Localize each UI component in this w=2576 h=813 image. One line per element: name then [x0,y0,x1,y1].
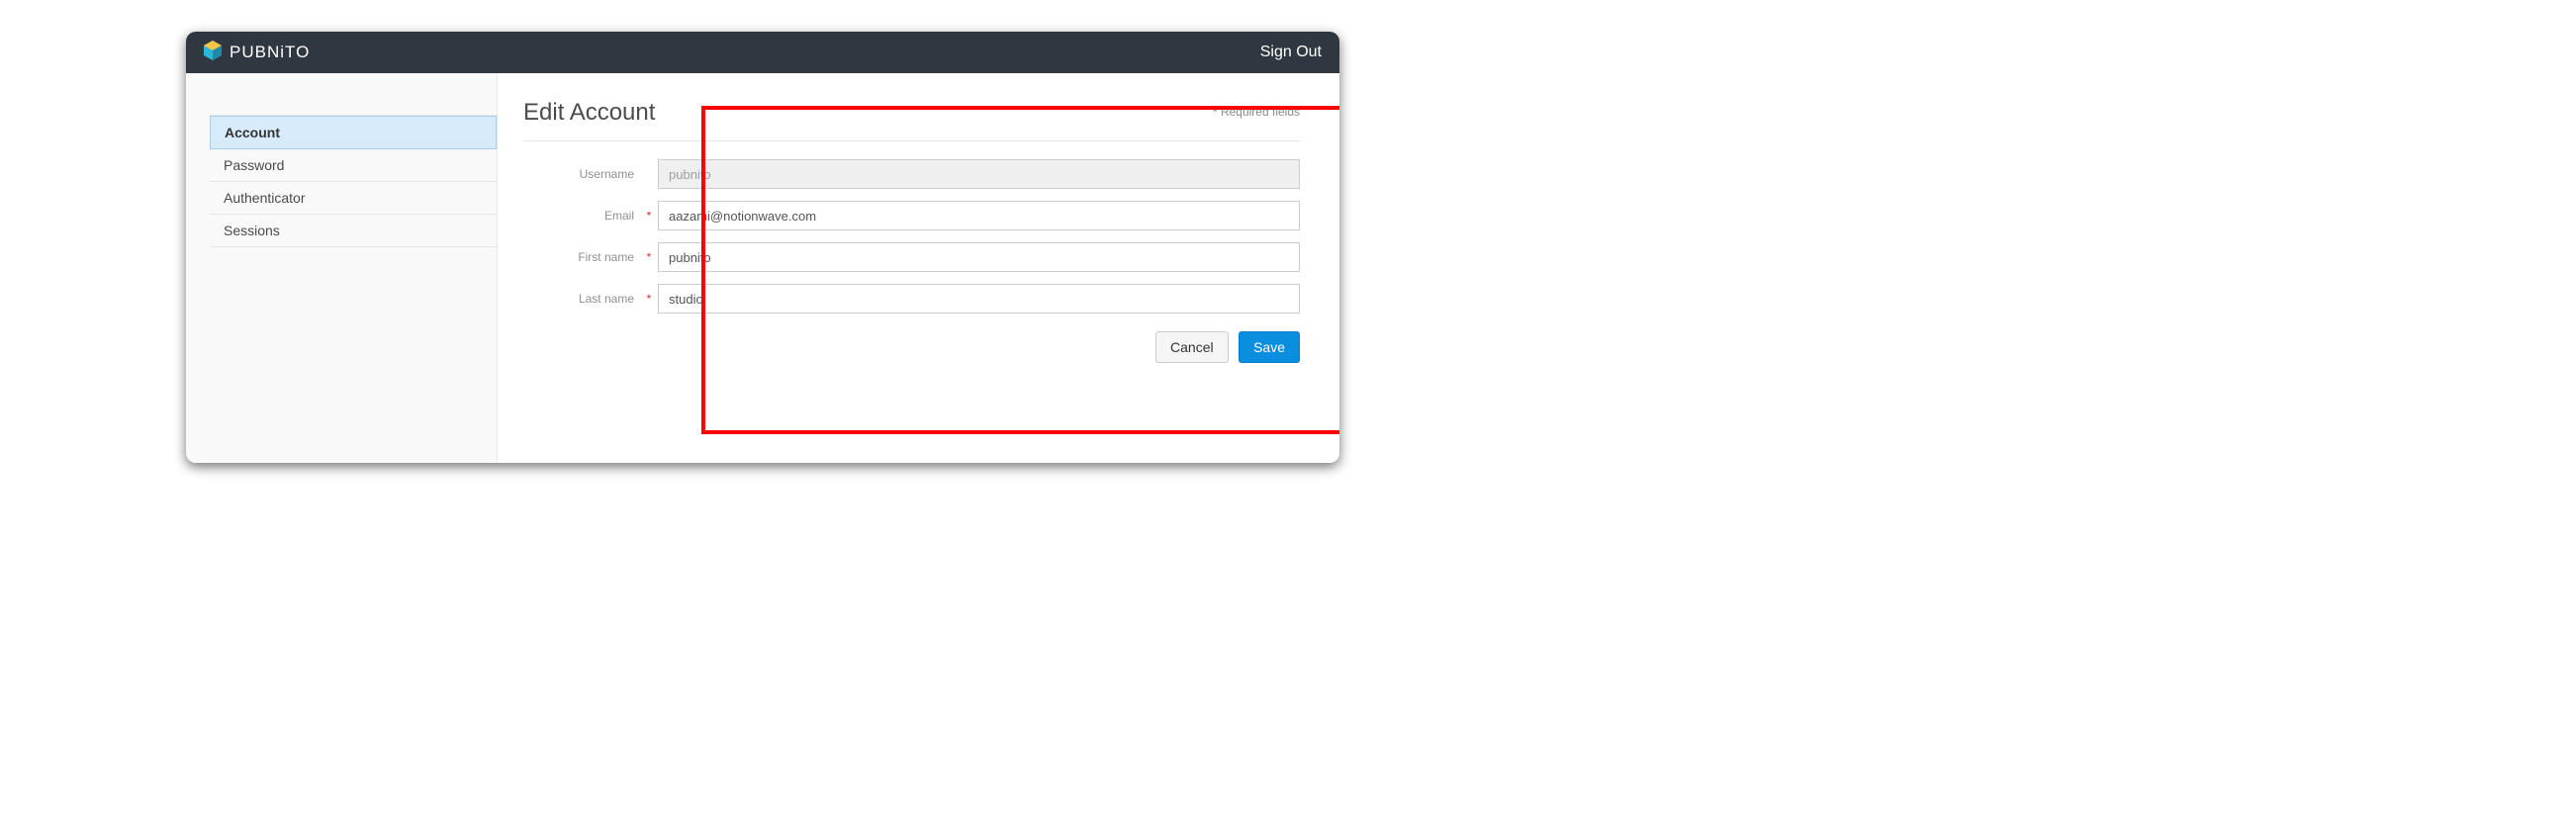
page-body: Account Password Authenticator Sessions … [186,73,1339,463]
label-username: Username [523,167,640,181]
username-field [658,159,1300,189]
topbar: PUBNiTO Sign Out [186,32,1339,73]
sidebar-item-authenticator[interactable]: Authenticator [210,182,497,215]
row-last-name: Last name * [523,284,1300,314]
last-name-field[interactable] [658,284,1300,314]
sidebar: Account Password Authenticator Sessions [186,73,497,463]
label-first-name: First name [523,250,640,264]
sidebar-item-sessions[interactable]: Sessions [210,215,497,247]
brand: PUBNiTO [204,41,310,65]
label-last-name: Last name [523,292,640,306]
row-email: Email * [523,201,1300,230]
first-name-field[interactable] [658,242,1300,272]
divider [523,140,1300,141]
inputcol-username [658,159,1300,189]
starcol-last-name: * [640,292,658,306]
email-field[interactable] [658,201,1300,230]
required-fields-note: * Required fields [1213,105,1300,119]
required-star-icon: * [1213,105,1218,119]
content-panel: Edit Account * Required fields Username … [497,73,1339,463]
required-fields-text: Required fields [1221,105,1300,119]
app-window: PUBNiTO Sign Out Account Password Authen… [186,32,1339,463]
inputcol-first-name [658,242,1300,272]
sidebar-item-account[interactable]: Account [210,116,497,149]
row-username: Username [523,159,1300,189]
sign-out-link[interactable]: Sign Out [1260,44,1322,61]
edit-account-form: Username Email * First name * [523,159,1300,363]
save-button[interactable]: Save [1239,331,1300,363]
starcol-email: * [640,209,658,223]
sidebar-nav: Account Password Authenticator Sessions [210,115,497,247]
starcol-first-name: * [640,250,658,264]
label-email: Email [523,209,640,223]
form-actions: Cancel Save [523,331,1300,363]
cancel-button[interactable]: Cancel [1155,331,1229,363]
inputcol-last-name [658,284,1300,314]
inputcol-email [658,201,1300,230]
sidebar-item-password[interactable]: Password [210,149,497,182]
page-title: Edit Account [523,99,1300,127]
brand-text: PUBNiTO [230,43,310,62]
brand-logo-icon [204,41,222,65]
row-first-name: First name * [523,242,1300,272]
